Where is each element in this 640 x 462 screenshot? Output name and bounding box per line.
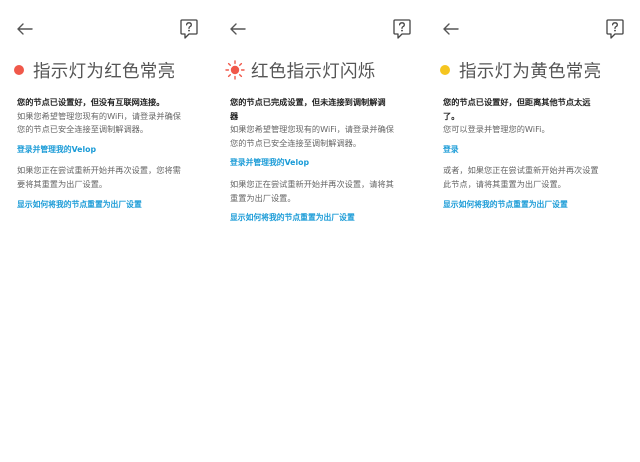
body2-line: 要将其重置为出厂设置。: [17, 178, 108, 189]
back-arrow-icon[interactable]: [16, 20, 34, 38]
status-heading: 您的节点已设置好，但没有互联网连接。: [17, 97, 165, 107]
content: 您的节点已完成设置，但未连接到调制解调 器 如果您希望管理您现有的WiFi，请登…: [230, 96, 420, 225]
page-title: 指示灯为红色常亮: [33, 61, 176, 82]
body-line: 如果您希望管理您现有的WiFi，请登录并确保: [17, 110, 181, 121]
back-arrow-icon[interactable]: [442, 20, 460, 38]
status-heading: 您的节点已设置好，但距离其他节点太远: [443, 97, 591, 107]
panel-yellow-solid: 指示灯为黄色常亮 您的节点已设置好，但距离其他节点太远 了。 您可以登录并管理您…: [426, 0, 639, 462]
status-heading: 您的节点已完成设置，但未连接到调制解调: [230, 97, 386, 107]
login-manage-link[interactable]: 登录并管理我的Velop: [17, 143, 207, 157]
content: 您的节点已设置好，但没有互联网连接。 如果您希望管理您现有的WiFi，请登录并确…: [17, 96, 207, 211]
yellow-dot-icon: [440, 65, 450, 75]
help-icon[interactable]: [605, 18, 625, 40]
login-link[interactable]: 登录: [443, 143, 633, 157]
panel-red-solid: 指示灯为红色常亮 您的节点已设置好，但没有互联网连接。 如果您希望管理您现有的W…: [0, 0, 213, 462]
status-heading: 器: [230, 110, 239, 121]
back-arrow-icon[interactable]: [229, 20, 247, 38]
help-icon[interactable]: [179, 18, 199, 40]
red-blinking-light-icon: [225, 60, 245, 80]
title-row: 指示灯为红色常亮: [14, 54, 209, 86]
reset-instructions-link[interactable]: 显示如何将我的节点重置为出厂设置: [443, 198, 633, 212]
body2-line: 重置为出厂设置。: [230, 192, 296, 203]
body2-line: 或者，如果您正在尝试重新开始并再次设置: [443, 165, 599, 176]
top-bar: [227, 18, 416, 42]
body2-line: 如果您正在尝试重新开始并再次设置，请将其: [230, 178, 394, 189]
reset-instructions-link[interactable]: 显示如何将我的节点重置为出厂设置: [17, 198, 207, 212]
top-bar: [440, 18, 629, 42]
top-bar: [14, 18, 203, 42]
body-line: 您的节点已安全连接至调制解调器。: [17, 124, 149, 135]
panel-red-blinking: 红色指示灯闪烁 您的节点已完成设置，但未连接到调制解调 器 如果您希望管理您现有…: [213, 0, 426, 462]
login-manage-link[interactable]: 登录并管理我的Velop: [230, 156, 420, 170]
body-line: 您可以登录并管理您的WiFi。: [443, 124, 550, 135]
body2-line: 如果您正在尝试重新开始并再次设置，您将需: [17, 165, 181, 176]
body2-line: 此节点，请将其重置为出厂设置。: [443, 178, 566, 189]
reset-instructions-link[interactable]: 显示如何将我的节点重置为出厂设置: [230, 211, 420, 225]
body-line: 如果您希望管理您现有的WiFi，请登录并确保: [230, 124, 394, 135]
content: 您的节点已设置好，但距离其他节点太远 了。 您可以登录并管理您的WiFi。 登录…: [443, 96, 633, 211]
title-row: 指示灯为黄色常亮: [440, 54, 635, 86]
page-title: 红色指示灯闪烁: [251, 61, 376, 82]
red-dot-icon: [14, 65, 24, 75]
body-line: 您的节点已安全连接至调制解调器。: [230, 137, 362, 148]
page-title: 指示灯为黄色常亮: [459, 61, 602, 82]
status-heading: 了。: [443, 110, 460, 121]
help-icon[interactable]: [392, 18, 412, 40]
title-row: 红色指示灯闪烁: [225, 54, 422, 86]
